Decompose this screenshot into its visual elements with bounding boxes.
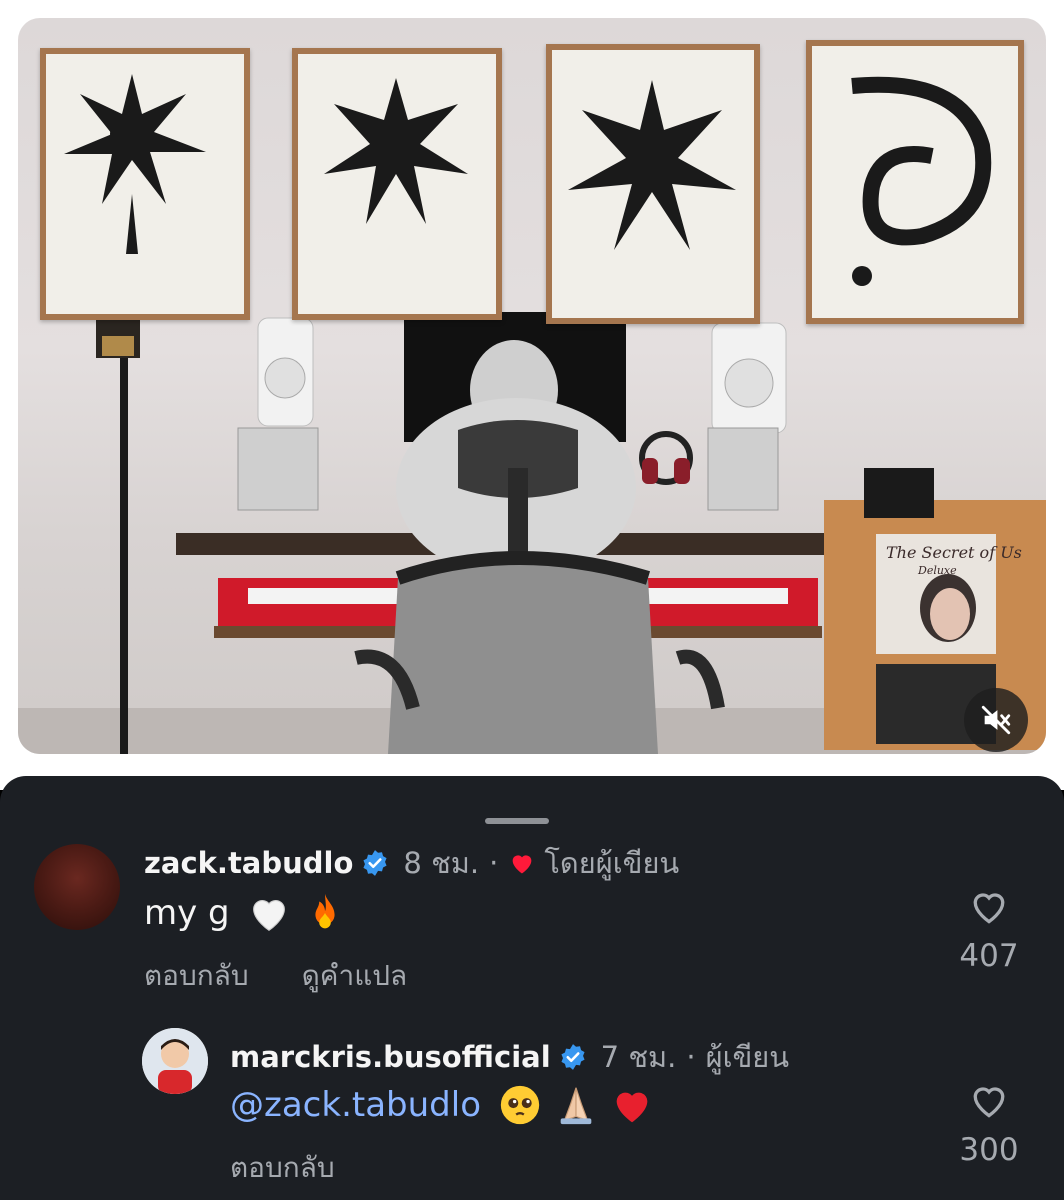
- artwork-frame-1: [40, 48, 250, 320]
- like-control: 407: [944, 884, 1034, 974]
- liked-by-author-label: โดยผู้เขียน: [544, 846, 680, 880]
- red-heart-icon: [616, 1092, 648, 1123]
- author-liked-heart-icon: [512, 855, 532, 874]
- artwork-frame-3: [546, 44, 760, 324]
- speaker-muted-icon: [981, 705, 1011, 735]
- meta-separator: ·: [686, 1040, 696, 1074]
- like-count: 407: [959, 938, 1019, 974]
- profile-photo: [142, 1028, 208, 1094]
- reply-item: marckris.busofficial 7 ชม. · ผู้เขียน @z…: [0, 1006, 1064, 1200]
- comments-sheet: zack.tabudlo 8 ชม. · โดยผู้เขียน my g ตอ: [0, 776, 1064, 1200]
- mute-button[interactable]: [964, 688, 1028, 752]
- like-heart-icon[interactable]: [967, 1078, 1011, 1122]
- comment-text: my g: [144, 890, 348, 936]
- folded-hands-icon: [560, 1087, 592, 1125]
- comment-header: zack.tabudlo 8 ชม. · โดยผู้เขียน: [144, 840, 679, 886]
- reply-actions: ตอบกลับ: [230, 1146, 379, 1190]
- fire-icon: [315, 893, 335, 929]
- reply-button[interactable]: ตอบกลับ: [230, 1151, 335, 1184]
- reply-button[interactable]: ตอบกลับ: [144, 959, 249, 992]
- comment-username[interactable]: marckris.busofficial: [230, 1040, 551, 1074]
- comment-time: 8 ชม.: [403, 846, 480, 880]
- verified-badge-icon: [561, 1044, 585, 1070]
- album-cover-title: The Secret of Us: [886, 543, 1022, 562]
- comment-username[interactable]: zack.tabudlo: [144, 846, 353, 880]
- pleading-face-icon: [500, 1085, 540, 1125]
- like-count: 300: [959, 1132, 1019, 1168]
- like-heart-icon[interactable]: [967, 884, 1011, 928]
- comment-time: 7 ชม.: [600, 1040, 677, 1074]
- see-translation-button[interactable]: ดูคำแปล: [302, 959, 408, 992]
- reply-header: marckris.busofficial 7 ชม. · ผู้เขียน: [230, 1034, 789, 1080]
- author-badge: ผู้เขียน: [705, 1040, 790, 1074]
- artwork-frame-4: [806, 40, 1024, 324]
- meta-separator: ·: [489, 846, 499, 880]
- comment-actions: ตอบกลับ ดูคำแปล: [144, 954, 451, 998]
- avatar[interactable]: [34, 844, 120, 930]
- artwork-frame-2: [292, 48, 502, 320]
- reply-text: @zack.tabudlo: [230, 1082, 655, 1128]
- mention-link[interactable]: @zack.tabudlo: [230, 1085, 481, 1125]
- post-media-container: The Secret of Us Deluxe: [0, 0, 1064, 790]
- verified-badge-icon: [363, 850, 387, 876]
- white-heart-icon: [252, 900, 285, 931]
- comment-body: my g: [144, 893, 230, 933]
- avatar[interactable]: [142, 1028, 208, 1094]
- comment-item: zack.tabudlo 8 ชม. · โดยผู้เขียน my g ตอ: [0, 776, 1064, 1006]
- post-photo[interactable]: The Secret of Us Deluxe: [18, 18, 1046, 754]
- like-control: 300: [944, 1078, 1034, 1168]
